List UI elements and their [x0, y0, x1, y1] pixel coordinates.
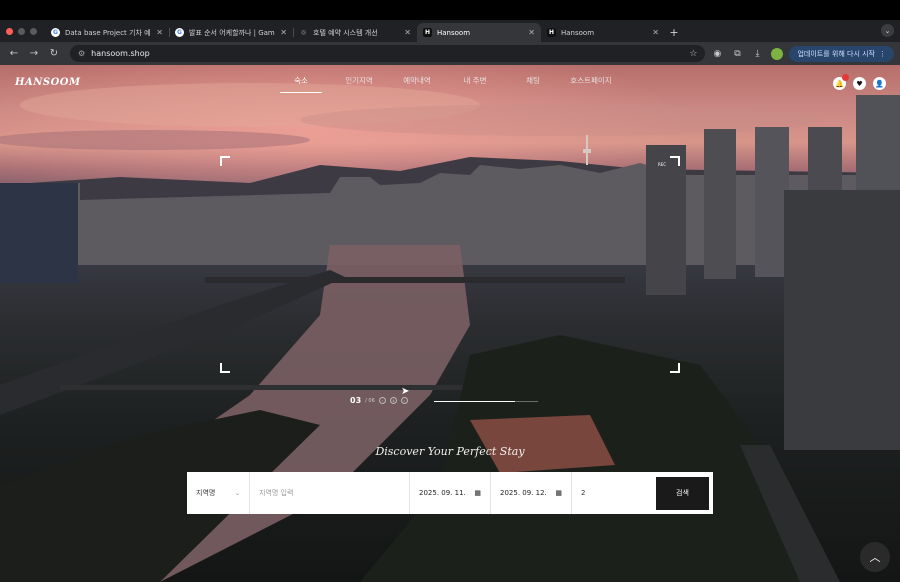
globe-icon: ◎ — [300, 29, 307, 36]
slide-progress-bar — [434, 401, 538, 402]
hero-section: HANSOOM 숙소 인기지역 예약내역 내 주변 채팅 호스트페이지 🔔 ♥ … — [0, 65, 900, 582]
slide-progress-fill — [434, 401, 516, 402]
update-restart-button[interactable]: 업데이트를 위해 다시 시작 ⋮ — [789, 45, 894, 62]
slide-current: 03 — [350, 396, 362, 405]
tab-search-icon[interactable]: ⌄ — [881, 24, 894, 37]
menu-icon: ⋮ — [879, 49, 886, 58]
close-window-button[interactable] — [6, 28, 13, 35]
browser-tab[interactable]: G Data base Project 기차 예매 시 ✕ — [45, 23, 169, 42]
main-nav: 숙소 인기지역 예약내역 내 주변 채팅 호스트페이지 — [280, 75, 620, 93]
heart-icon[interactable]: ♥ — [853, 77, 866, 90]
camera-icon[interactable]: ◉ — [709, 46, 725, 62]
window-controls — [0, 28, 45, 42]
search-button[interactable]: 검색 — [656, 476, 709, 510]
prev-slide-icon[interactable]: ‹ — [378, 397, 386, 404]
mouse-cursor-icon: ➤ — [401, 386, 410, 397]
site-info-icon[interactable]: ⚙ — [78, 49, 85, 58]
new-tab-button[interactable]: + — [665, 23, 683, 42]
tab-title: Hansoom — [561, 28, 595, 37]
chevron-up-icon: ︿ — [869, 551, 881, 564]
update-label: 업데이트를 위해 다시 시작 — [797, 49, 875, 58]
screen-top-bar — [0, 0, 900, 20]
close-tab-icon[interactable]: ✕ — [404, 28, 411, 37]
close-tab-icon[interactable]: ✕ — [280, 28, 287, 37]
url-text[interactable]: hansoom.shop — [91, 49, 683, 58]
camera-frame-corner — [220, 363, 230, 373]
camera-frame-corner — [670, 156, 680, 166]
slide-total: / 06 — [365, 397, 375, 404]
checkout-date-value: 2025. 09. 12. — [500, 489, 547, 497]
header-actions: 🔔 ♥ 👤 — [833, 74, 886, 90]
slide-indicator: 03 / 06 ‹ ॥ › — [350, 396, 408, 405]
nav-item-reservations[interactable]: 예약내역 — [388, 75, 446, 93]
region-input[interactable]: 지역명 입력 — [250, 472, 410, 514]
region-input-placeholder: 지역명 입력 — [259, 489, 294, 497]
search-form: 지역명 ⌄ 지역명 입력 2025. 09. 11. ▦ 2025. 09. 1… — [187, 472, 713, 514]
scroll-to-top-button[interactable]: ︿ — [860, 542, 890, 572]
address-bar[interactable]: ⚙ hansoom.shop ☆ — [70, 45, 706, 62]
browser-tab[interactable]: G 발표 순서 어케할까나 | Gamma ✕ — [169, 23, 293, 42]
close-tab-icon[interactable]: ✕ — [156, 28, 163, 37]
close-tab-icon[interactable]: ✕ — [528, 28, 535, 37]
site-logo[interactable]: HANSOOM — [15, 77, 81, 88]
checkout-date-field[interactable]: 2025. 09. 12. ▦ — [491, 472, 572, 514]
browser-tab-active[interactable]: H Hansoom ✕ — [417, 23, 541, 42]
checkin-date-field[interactable]: 2025. 09. 11. ▦ — [410, 472, 491, 514]
calendar-icon[interactable]: ▦ — [555, 489, 562, 497]
nav-item-popular-areas[interactable]: 인기지역 — [330, 75, 388, 93]
camera-frame-corner — [670, 363, 680, 373]
camera-frame-corner — [220, 156, 230, 166]
bookmark-star-icon[interactable]: ☆ — [689, 49, 697, 59]
nav-item-nearby[interactable]: 내 주변 — [446, 75, 504, 93]
notification-icon[interactable]: 🔔 — [833, 74, 849, 90]
rec-label: REC — [658, 162, 667, 167]
browser-tab-strip: G Data base Project 기차 예매 시 ✕ G 발표 순서 어케… — [0, 20, 900, 42]
hansoom-favicon-icon: H — [547, 28, 556, 37]
hero-tagline: Discover Your Perfect Stay — [375, 445, 525, 458]
calendar-icon[interactable]: ▦ — [474, 489, 481, 497]
chevron-down-icon: ⌄ — [234, 489, 240, 497]
pause-slide-icon[interactable]: ॥ — [389, 397, 397, 404]
notification-badge — [842, 74, 849, 81]
download-icon[interactable]: ⤓ — [749, 46, 765, 62]
nav-item-chat[interactable]: 채팅 — [504, 75, 562, 93]
extensions-icon[interactable]: ⧉ — [729, 46, 745, 62]
minimize-window-button[interactable] — [18, 28, 25, 35]
forward-icon[interactable]: → — [26, 46, 42, 62]
browser-tab[interactable]: ◎ 호텔 예약 시스템 개선 ✕ — [293, 23, 417, 42]
guests-field[interactable]: 2 — [572, 472, 656, 514]
region-select-value: 지역명 — [196, 489, 216, 497]
hansoom-favicon-icon: H — [423, 28, 432, 37]
guests-value: 2 — [581, 489, 586, 497]
browser-tab[interactable]: H Hansoom ✕ — [541, 23, 665, 42]
maximize-window-button[interactable] — [30, 28, 37, 35]
close-tab-icon[interactable]: ✕ — [652, 28, 659, 37]
nav-item-stays[interactable]: 숙소 — [280, 75, 322, 93]
next-slide-icon[interactable]: › — [400, 397, 408, 404]
tab-title: Data base Project 기차 예매 시 — [65, 28, 151, 37]
user-icon[interactable]: 👤 — [873, 77, 886, 90]
checkin-date-value: 2025. 09. 11. — [419, 489, 466, 497]
browser-toolbar: ← → ↻ ⚙ hansoom.shop ☆ ◉ ⧉ ⤓ 업데이트를 위해 다시… — [0, 42, 900, 65]
region-select[interactable]: 지역명 ⌄ — [187, 472, 250, 514]
back-icon[interactable]: ← — [6, 46, 22, 62]
google-icon: G — [175, 28, 184, 37]
nav-item-host-page[interactable]: 호스트페이지 — [562, 75, 620, 93]
tab-title: 호텔 예약 시스템 개선 — [313, 28, 378, 37]
profile-icon[interactable] — [769, 46, 785, 62]
tab-title: 발표 순서 어케할까나 | Gamma — [189, 28, 275, 37]
google-icon: G — [51, 28, 60, 37]
reload-icon[interactable]: ↻ — [46, 46, 62, 62]
tab-title: Hansoom — [437, 28, 471, 37]
site-header: HANSOOM 숙소 인기지역 예약내역 내 주변 채팅 호스트페이지 🔔 ♥ … — [0, 65, 900, 103]
